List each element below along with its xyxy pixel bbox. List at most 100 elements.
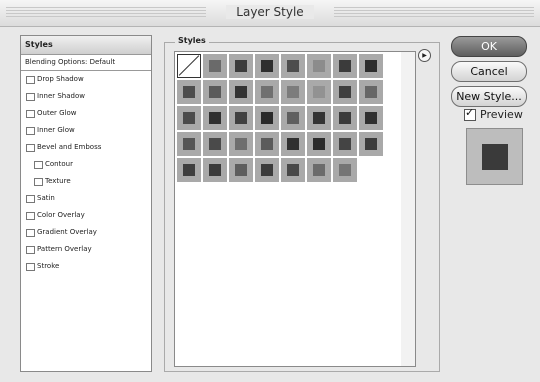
effect-item[interactable]: Inner Glow — [21, 122, 151, 139]
swatch-fill — [287, 164, 299, 176]
effect-checkbox[interactable] — [26, 110, 35, 118]
style-swatch[interactable] — [203, 106, 227, 130]
effect-item[interactable]: Inner Shadow — [21, 88, 151, 105]
ok-button[interactable]: OK — [451, 36, 527, 57]
effect-checkbox[interactable] — [26, 229, 35, 237]
style-swatch[interactable] — [359, 106, 383, 130]
triangle-right-icon: ▶ — [422, 52, 427, 59]
style-swatch[interactable] — [203, 54, 227, 78]
style-swatch[interactable] — [177, 158, 201, 182]
style-swatch[interactable] — [307, 106, 331, 130]
swatch-fill — [261, 86, 273, 98]
effect-label: Satin — [37, 194, 55, 202]
swatch-fill — [209, 60, 221, 72]
effect-label: Inner Glow — [37, 126, 75, 134]
style-swatch-none[interactable] — [177, 54, 201, 78]
swatch-fill — [287, 112, 299, 124]
style-swatch[interactable] — [281, 132, 305, 156]
swatch-fill — [209, 164, 221, 176]
style-swatch[interactable] — [307, 54, 331, 78]
style-swatch[interactable] — [177, 132, 201, 156]
style-swatch[interactable] — [307, 158, 331, 182]
swatch-fill — [235, 60, 247, 72]
style-swatch[interactable] — [333, 106, 357, 130]
swatch-fill — [183, 164, 195, 176]
style-swatch[interactable] — [307, 132, 331, 156]
cancel-button[interactable]: Cancel — [451, 61, 527, 82]
effect-checkbox[interactable] — [34, 178, 43, 186]
effect-label: Drop Shadow — [37, 75, 84, 83]
style-swatch[interactable] — [203, 132, 227, 156]
style-swatch[interactable] — [281, 80, 305, 104]
swatch-fill — [287, 138, 299, 150]
style-swatch[interactable] — [229, 54, 253, 78]
style-swatch[interactable] — [229, 106, 253, 130]
style-swatch[interactable] — [255, 54, 279, 78]
style-swatch[interactable] — [307, 80, 331, 104]
style-swatch[interactable] — [281, 106, 305, 130]
style-swatch[interactable] — [203, 158, 227, 182]
swatch-fill — [365, 138, 377, 150]
effect-checkbox[interactable] — [34, 161, 43, 169]
style-swatch[interactable] — [333, 158, 357, 182]
style-swatch[interactable] — [229, 80, 253, 104]
swatch-fill — [365, 86, 377, 98]
effect-item[interactable]: Stroke — [21, 258, 151, 275]
swatch-fill — [209, 112, 221, 124]
effect-item[interactable]: Drop Shadow — [21, 71, 151, 88]
effect-checkbox[interactable] — [26, 76, 35, 84]
effect-item[interactable]: Pattern Overlay — [21, 241, 151, 258]
effect-item[interactable]: Outer Glow — [21, 105, 151, 122]
style-swatch[interactable] — [229, 132, 253, 156]
style-swatch[interactable] — [177, 106, 201, 130]
effect-item[interactable]: Satin — [21, 190, 151, 207]
style-preview-swatch — [466, 128, 523, 185]
effect-label: Texture — [45, 177, 71, 185]
preview-checkbox[interactable]: Preview — [464, 106, 523, 121]
effect-item[interactable]: Bevel and Emboss — [21, 139, 151, 156]
style-swatch[interactable] — [255, 132, 279, 156]
style-swatch[interactable] — [255, 80, 279, 104]
swatch-fill — [365, 112, 377, 124]
effect-item[interactable]: Gradient Overlay — [21, 224, 151, 241]
styles-row — [175, 104, 401, 130]
effect-checkbox[interactable] — [26, 212, 35, 220]
swatch-fill — [339, 112, 351, 124]
styles-row — [175, 156, 401, 182]
style-swatch[interactable] — [333, 54, 357, 78]
swatch-fill — [339, 164, 351, 176]
style-swatch[interactable] — [281, 158, 305, 182]
effect-checkbox[interactable] — [26, 144, 35, 152]
style-swatch[interactable] — [203, 80, 227, 104]
effect-checkbox[interactable] — [26, 93, 35, 101]
style-swatch[interactable] — [359, 54, 383, 78]
styles-group-legend: Styles — [175, 36, 209, 45]
effect-item[interactable]: Color Overlay — [21, 207, 151, 224]
style-swatch[interactable] — [255, 106, 279, 130]
effect-label: Outer Glow — [37, 109, 77, 117]
effect-label: Pattern Overlay — [37, 245, 92, 253]
effect-item[interactable]: Contour — [21, 156, 151, 173]
effect-checkbox[interactable] — [26, 127, 35, 135]
effect-label: Color Overlay — [37, 211, 85, 219]
swatch-fill — [261, 112, 273, 124]
style-swatch[interactable] — [359, 132, 383, 156]
styles-scrollbar[interactable] — [401, 51, 416, 367]
style-swatch[interactable] — [281, 54, 305, 78]
blending-options-default[interactable]: Blending Options: Default — [21, 55, 151, 71]
style-swatch[interactable] — [333, 132, 357, 156]
style-swatch[interactable] — [255, 158, 279, 182]
new-style-button[interactable]: New Style... — [451, 86, 527, 107]
styles-menu-button[interactable]: ▶ — [418, 49, 431, 62]
style-swatch[interactable] — [177, 80, 201, 104]
style-swatch[interactable] — [333, 80, 357, 104]
effect-checkbox[interactable] — [26, 263, 35, 271]
effect-checkbox[interactable] — [26, 195, 35, 203]
style-swatch[interactable] — [229, 158, 253, 182]
swatch-fill — [339, 86, 351, 98]
swatch-fill — [209, 138, 221, 150]
effect-checkbox[interactable] — [26, 246, 35, 254]
effect-item[interactable]: Texture — [21, 173, 151, 190]
swatch-fill — [235, 164, 247, 176]
style-swatch[interactable] — [359, 80, 383, 104]
